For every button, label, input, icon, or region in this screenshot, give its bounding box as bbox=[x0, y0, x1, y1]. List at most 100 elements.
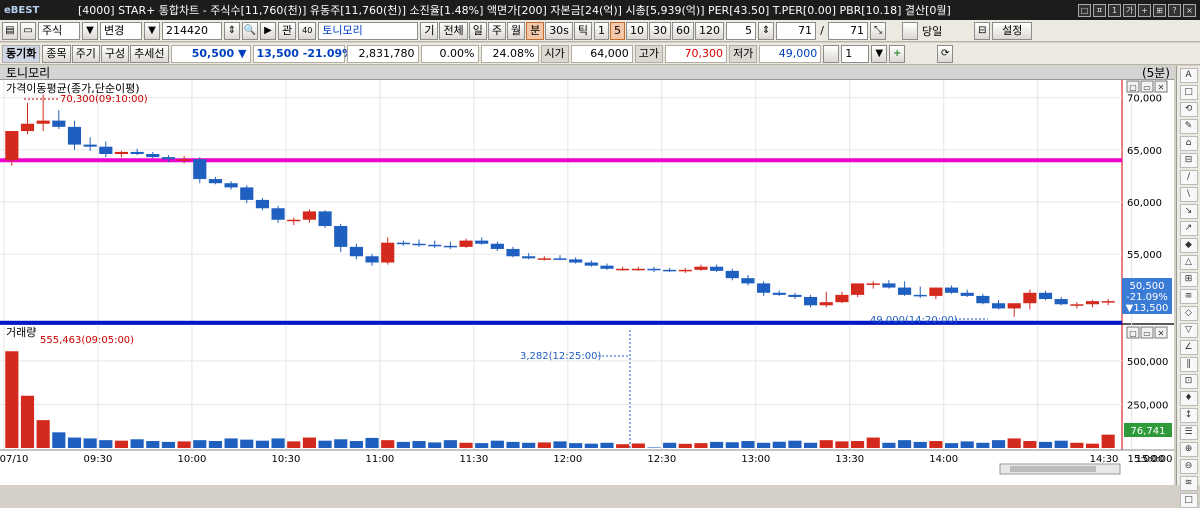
color-swatch-icon[interactable] bbox=[823, 44, 840, 63]
period-button[interactable]: 주 bbox=[487, 21, 506, 40]
period-button[interactable]: 30s bbox=[545, 21, 573, 40]
zoom-icon[interactable]: ⤡ bbox=[870, 21, 887, 40]
drawing-tool-icon[interactable]: ⌂ bbox=[1179, 136, 1198, 151]
window-button[interactable]: × bbox=[1183, 3, 1196, 17]
drawing-tool-icon[interactable]: ◆ bbox=[1179, 238, 1198, 253]
code-input[interactable]: 214420 bbox=[162, 21, 222, 40]
window-button[interactable]: ㅍ bbox=[1093, 3, 1106, 17]
window-button[interactable]: □ bbox=[1078, 3, 1091, 17]
drawing-tool-icon[interactable]: ✎ bbox=[1179, 119, 1198, 134]
drawing-tool-icon[interactable]: □ bbox=[1179, 85, 1198, 100]
print-icon[interactable]: ⊟ bbox=[974, 21, 991, 40]
y-tick-label: 70,000 bbox=[1127, 94, 1162, 105]
drawing-tool-icon[interactable]: \ bbox=[1179, 187, 1198, 202]
period-button[interactable]: 전체 bbox=[439, 21, 468, 40]
drawing-tool-icon[interactable]: / bbox=[1179, 170, 1198, 185]
window-button[interactable]: ? bbox=[1168, 3, 1181, 17]
drawing-tool-icon[interactable]: ⟲ bbox=[1179, 102, 1198, 117]
spinner-icon[interactable]: ⇕ bbox=[758, 21, 775, 40]
chart-area[interactable]: 70,000 65,000 60,000 55,000 500,000 250,000 07… bbox=[0, 80, 1174, 485]
drawing-tool-icon[interactable]: ◇ bbox=[1179, 306, 1198, 321]
price-volume-chart[interactable]: 70,000 65,000 60,000 55,000 500,000 250,000 07… bbox=[0, 80, 1174, 485]
settings-button[interactable]: 설정 bbox=[992, 21, 1033, 40]
drawing-tool-icon[interactable]: ⊞ bbox=[1179, 272, 1198, 287]
drawing-tool-icon[interactable]: ⊖ bbox=[1179, 459, 1198, 474]
period-button[interactable]: 일 bbox=[468, 21, 487, 40]
checkbox-icon[interactable] bbox=[902, 21, 919, 40]
volume-bar bbox=[584, 443, 598, 448]
drawing-tool-icon[interactable]: ⊟ bbox=[1179, 153, 1198, 168]
open-value: 64,000 bbox=[570, 44, 633, 63]
quote-button[interactable]: 추세선 bbox=[130, 44, 169, 63]
same-day-label: 당일 bbox=[922, 24, 943, 38]
cross-marker: 3,282(12:25:00) bbox=[520, 351, 601, 362]
window-button[interactable]: 1 bbox=[1108, 3, 1121, 17]
drawing-tool-icon[interactable]: □ bbox=[1179, 493, 1198, 508]
x-tick-label: 11:30 bbox=[459, 454, 488, 465]
line-width-select[interactable]: 1 bbox=[841, 44, 870, 63]
layout-icon[interactable]: ▤ bbox=[2, 21, 18, 40]
minute-button[interactable]: 60 bbox=[672, 21, 695, 40]
drawing-tool-icon[interactable]: A bbox=[1179, 68, 1198, 83]
candle bbox=[694, 266, 708, 270]
drawing-tool-icon[interactable]: ↗ bbox=[1179, 221, 1198, 236]
drawing-tool-icon[interactable]: ↘ bbox=[1179, 204, 1198, 219]
chevron-down-icon[interactable]: ▼ bbox=[82, 21, 98, 40]
minute-button[interactable]: 5 bbox=[610, 21, 626, 40]
period-button[interactable]: 틱 bbox=[573, 21, 593, 40]
refresh-icon[interactable]: ⟳ bbox=[937, 44, 954, 63]
minute-button[interactable]: 120 bbox=[695, 21, 725, 40]
candle bbox=[99, 146, 113, 154]
search-icon[interactable]: 🔍 bbox=[242, 21, 258, 40]
volume-bar bbox=[318, 440, 332, 448]
volume-bar bbox=[537, 442, 551, 448]
window-button[interactable]: + bbox=[1138, 3, 1151, 17]
candle bbox=[725, 270, 739, 279]
drawing-tool-icon[interactable]: ≋ bbox=[1179, 476, 1198, 491]
drawing-tool-icon[interactable]: ⊕ bbox=[1179, 442, 1198, 457]
drawing-tool-icon[interactable]: ∥ bbox=[1179, 357, 1198, 372]
volume-bar bbox=[631, 443, 645, 448]
minute-button[interactable]: 10 bbox=[626, 21, 649, 40]
market-select[interactable]: 주식 bbox=[38, 21, 80, 40]
window-button[interactable]: ⊞ bbox=[1153, 3, 1166, 17]
drawing-tool-icon[interactable]: △ bbox=[1179, 255, 1198, 270]
related-button[interactable]: 관 bbox=[278, 21, 297, 40]
drawing-tool-icon[interactable]: ⊡ bbox=[1179, 374, 1198, 389]
drawing-tool-icon[interactable]: ☰ bbox=[1179, 425, 1198, 440]
change-select[interactable]: 변경 bbox=[100, 21, 142, 40]
interval-input[interactable]: 5 bbox=[726, 21, 757, 40]
quote-button[interactable]: 주기 bbox=[71, 44, 100, 63]
candle bbox=[240, 187, 254, 200]
candle bbox=[835, 294, 849, 303]
add-icon[interactable]: + bbox=[889, 44, 906, 63]
chevron-down-icon[interactable]: ▼ bbox=[871, 44, 888, 63]
drawing-tool-icon[interactable]: ↕ bbox=[1179, 408, 1198, 423]
volume-bar bbox=[428, 442, 442, 448]
volume-bar bbox=[1038, 441, 1053, 448]
minute-button[interactable]: 1 bbox=[594, 21, 610, 40]
quote-button[interactable]: 종목 bbox=[42, 44, 71, 63]
quote-button[interactable]: 구성 bbox=[100, 44, 130, 63]
updown-icon[interactable]: ⇕ bbox=[224, 21, 240, 40]
range-start[interactable]: 71 bbox=[776, 21, 817, 40]
candle bbox=[1023, 292, 1037, 304]
volume-bar bbox=[678, 443, 692, 448]
drawing-tool-icon[interactable]: ∠ bbox=[1179, 340, 1198, 355]
drawing-tool-icon[interactable]: ♦ bbox=[1179, 391, 1198, 406]
window-button[interactable]: 가 bbox=[1123, 3, 1136, 17]
minute-button[interactable]: 30 bbox=[649, 21, 672, 40]
range-end[interactable]: 71 bbox=[828, 21, 869, 40]
volume-bar bbox=[819, 440, 833, 448]
panel-button-icon: ▭ bbox=[1143, 83, 1151, 92]
play-icon[interactable]: ▶ bbox=[260, 21, 276, 40]
drawing-tool-icon[interactable]: ▽ bbox=[1179, 323, 1198, 338]
period-button[interactable]: 월 bbox=[506, 21, 526, 40]
low-marker: 49,000(14:20:00) bbox=[870, 315, 958, 326]
period-button[interactable]: 기 bbox=[420, 21, 439, 40]
period-button[interactable]: 분 bbox=[526, 21, 545, 40]
drawing-tool-icon[interactable]: ≡ bbox=[1179, 289, 1198, 304]
window-icon[interactable]: ▭ bbox=[20, 21, 36, 40]
chevron-down-icon[interactable]: ▼ bbox=[144, 21, 160, 40]
y-tick-label: 500,000 bbox=[1127, 357, 1168, 368]
